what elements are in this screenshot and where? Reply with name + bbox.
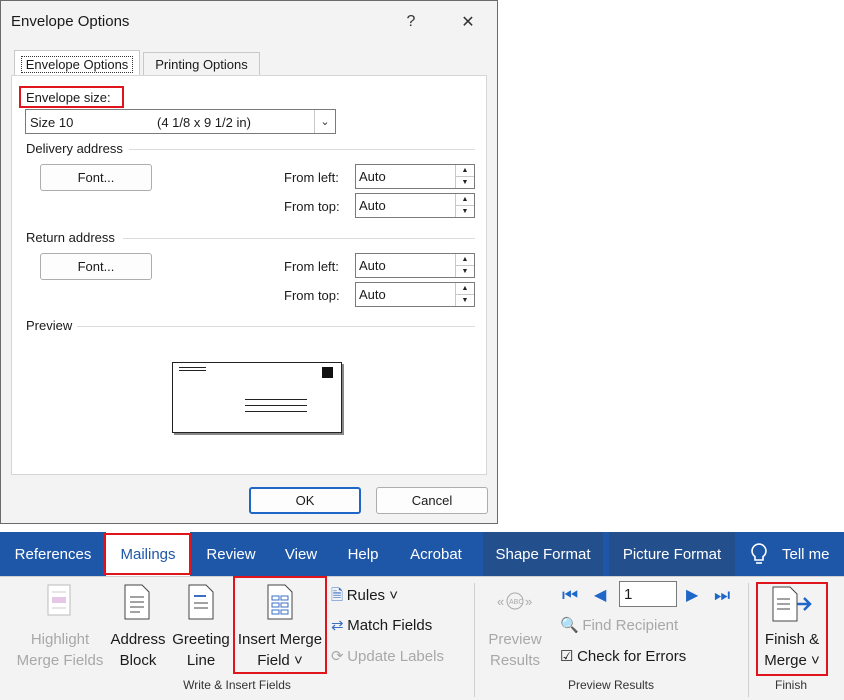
tab-printing-options-label: Printing Options bbox=[155, 57, 248, 72]
match-fields-button[interactable]: ⇄ Match Fields bbox=[331, 616, 432, 634]
preview-label-2: Results bbox=[489, 652, 541, 669]
svg-text:ABC: ABC bbox=[509, 599, 523, 606]
update-labels-icon: ⟳ bbox=[331, 648, 344, 665]
delivery-address-title: Delivery address bbox=[26, 141, 123, 156]
preview-label-1: Preview bbox=[488, 631, 542, 648]
delivery-from-top-label: From top: bbox=[284, 199, 340, 214]
delivery-from-left-value: Auto bbox=[359, 169, 386, 184]
stamp-icon bbox=[322, 367, 333, 378]
match-fields-label: Match Fields bbox=[347, 617, 433, 634]
find-recipient-button[interactable]: 🔍 Find Recipient bbox=[560, 616, 678, 634]
chevron-down-icon[interactable]: ⌄ bbox=[314, 110, 335, 133]
tab-picture-format[interactable]: Picture Format bbox=[609, 532, 735, 576]
write-insert-group-label: Write & Insert Fields bbox=[183, 678, 291, 692]
delivery-from-top-value: Auto bbox=[359, 198, 386, 213]
return-from-top-value: Auto bbox=[359, 287, 386, 302]
preview-abc-icon: « ABC» bbox=[497, 592, 532, 610]
return-font-button[interactable]: Font... bbox=[40, 253, 152, 280]
update-labels-label: Update Labels bbox=[347, 648, 444, 665]
highlight-label-1: Highlight bbox=[30, 631, 90, 648]
greeting-line-label-1: Greeting bbox=[172, 631, 230, 648]
tab-help[interactable]: Help bbox=[336, 532, 390, 576]
divider bbox=[129, 149, 475, 150]
tab-envelope-options[interactable]: Envelope Options bbox=[14, 50, 140, 77]
spin-arrows-icon[interactable]: ▲ ▼ bbox=[455, 283, 474, 306]
envelope-size-dims: (4 1/8 x 9 1/2 in) bbox=[157, 115, 251, 130]
tab-review[interactable]: Review bbox=[196, 532, 266, 576]
spin-arrows-icon[interactable]: ▲ ▼ bbox=[455, 165, 474, 188]
finish-group-label: Finish bbox=[774, 678, 807, 692]
envelope-preview bbox=[172, 362, 342, 433]
highlight-fields-icon bbox=[47, 584, 71, 616]
tab-envelope-options-label: Envelope Options bbox=[20, 55, 134, 73]
tell-me-label: Tell me bbox=[782, 545, 830, 563]
return-from-top-label: From top: bbox=[284, 288, 340, 303]
lightbulb-icon bbox=[751, 543, 767, 564]
preview-label: Preview bbox=[26, 318, 73, 333]
tell-me[interactable]: Tell me bbox=[748, 532, 844, 576]
mailings-highlight bbox=[103, 533, 191, 575]
delivery-from-left-label: From left: bbox=[284, 170, 339, 185]
tab-acrobat[interactable]: Acrobat bbox=[398, 532, 474, 576]
tab-view[interactable]: View bbox=[272, 532, 330, 576]
envelope-size-label: Envelope size: bbox=[26, 90, 111, 105]
check-errors-icon: ☑ bbox=[560, 648, 574, 665]
tab-shape-format[interactable]: Shape Format bbox=[483, 532, 603, 576]
next-record-icon[interactable]: ▶ bbox=[686, 585, 698, 605]
highlight-label-2: Merge Fields bbox=[16, 652, 104, 669]
insert-merge-field-icon bbox=[267, 584, 293, 620]
rules-button[interactable]: 🗎 Rules ˅ bbox=[331, 585, 398, 610]
divider bbox=[123, 238, 475, 239]
greeting-line-label-2: Line bbox=[186, 652, 216, 669]
finish-merge-label-2: Merge ˅ bbox=[764, 652, 820, 669]
delivery-from-top-field[interactable]: Auto ▲ ▼ bbox=[355, 193, 475, 218]
tab-references[interactable]: References bbox=[6, 532, 100, 576]
match-fields-icon: ⇄ bbox=[331, 617, 344, 634]
delivery-from-left-field[interactable]: Auto ▲ ▼ bbox=[355, 164, 475, 189]
update-labels-button[interactable]: ⟳ Update Labels bbox=[331, 647, 444, 665]
ok-button[interactable]: OK bbox=[249, 487, 361, 514]
check-errors-label: Check for Errors bbox=[577, 648, 687, 665]
envelope-size-name: Size 10 bbox=[30, 115, 74, 130]
greeting-line-icon bbox=[188, 584, 214, 620]
rules-label: Rules ˅ bbox=[346, 587, 398, 604]
envelope-size-select[interactable]: Size 10 (4 1/8 x 9 1/2 in) ⌄ bbox=[25, 109, 336, 134]
insert-merge-field-label-2: Field ˅ bbox=[257, 652, 303, 669]
svg-text:«: « bbox=[497, 594, 504, 609]
divider bbox=[77, 326, 475, 327]
delivery-font-button[interactable]: Font... bbox=[40, 164, 152, 191]
help-button[interactable]: ? bbox=[394, 7, 428, 37]
check-errors-button[interactable]: ☑ Check for Errors bbox=[560, 647, 686, 665]
close-icon[interactable]: ✕ bbox=[451, 7, 485, 37]
first-record-icon[interactable]: ⏮ bbox=[562, 585, 578, 606]
finish-merge-icon bbox=[772, 586, 812, 622]
return-from-left-field[interactable]: Auto ▲ ▼ bbox=[355, 253, 475, 278]
ribbon-body: Highlight Merge Fields Address Block Gre… bbox=[0, 576, 844, 700]
find-recipient-label: Find Recipient bbox=[582, 617, 679, 634]
return-from-left-value: Auto bbox=[359, 258, 386, 273]
rules-icon: 🗎 bbox=[331, 587, 344, 604]
return-address-title: Return address bbox=[26, 230, 115, 245]
dialog-title: Envelope Options bbox=[11, 13, 130, 30]
return-from-left-label: From left: bbox=[284, 259, 339, 274]
preview-results-group-label: Preview Results bbox=[567, 678, 655, 692]
find-recipient-icon: 🔍 bbox=[560, 617, 579, 634]
spin-arrows-icon[interactable]: ▲ ▼ bbox=[455, 254, 474, 277]
tab-printing-options[interactable]: Printing Options bbox=[143, 52, 260, 77]
insert-merge-field-label-1: Insert Merge bbox=[237, 631, 323, 648]
record-number-input[interactable]: 1 bbox=[619, 581, 677, 607]
address-block-label-2: Block bbox=[119, 652, 157, 669]
address-block-icon bbox=[124, 584, 150, 620]
previous-record-icon[interactable]: ◀ bbox=[594, 585, 606, 605]
spin-arrows-icon[interactable]: ▲ ▼ bbox=[455, 194, 474, 217]
ribbon-tab-bar: References Mailings Review View Help Acr… bbox=[0, 532, 844, 576]
finish-merge-label-1: Finish & bbox=[764, 631, 820, 648]
record-number-value: 1 bbox=[624, 586, 633, 603]
cancel-button[interactable]: Cancel bbox=[376, 487, 488, 514]
last-record-icon[interactable]: ⏭ bbox=[714, 585, 730, 606]
address-block-label-1: Address bbox=[110, 631, 166, 648]
svg-text:»: » bbox=[525, 594, 532, 609]
envelope-options-dialog: Envelope Options ? ✕ Envelope Options Pr… bbox=[0, 0, 498, 524]
return-from-top-field[interactable]: Auto ▲ ▼ bbox=[355, 282, 475, 307]
